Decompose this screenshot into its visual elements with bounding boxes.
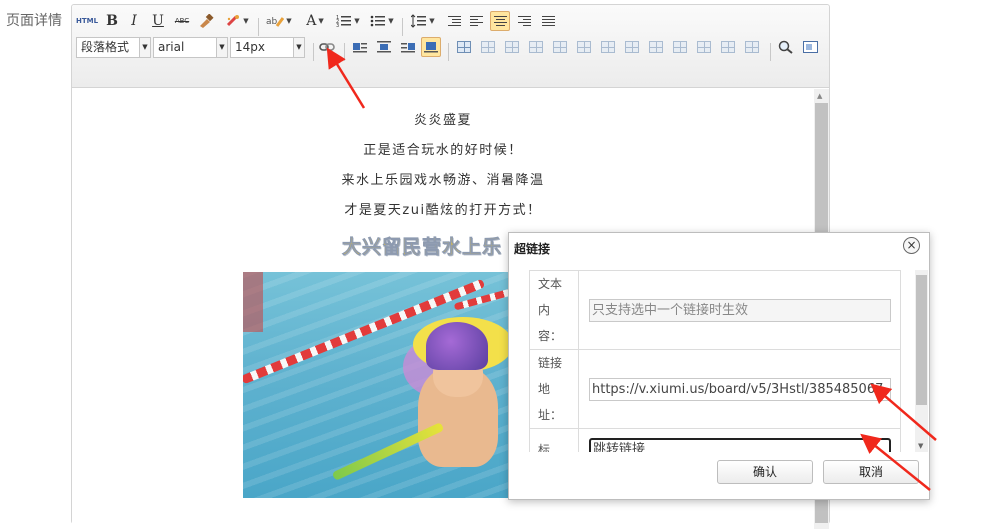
arrow-to-title-input bbox=[860, 433, 931, 491]
annotation-arrows bbox=[326, 47, 937, 491]
arrow-to-url-input bbox=[870, 383, 937, 441]
arrow-to-link-button bbox=[326, 47, 366, 109]
